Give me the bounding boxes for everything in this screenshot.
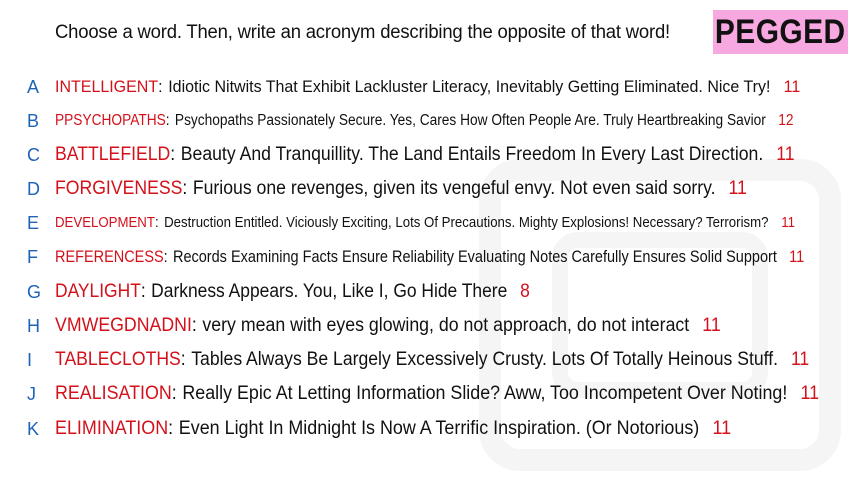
option-letter: K <box>27 418 40 439</box>
colon-separator: : <box>163 247 168 266</box>
acronym-phrase: Furious one revenges, given its vengeful… <box>192 178 716 199</box>
answer-row: G DAYLIGHT: Darkness Appears. You, Like I,… <box>0 278 853 306</box>
letter-count: 11 <box>790 349 810 370</box>
colon-separator: : <box>165 112 170 129</box>
answer-row: H VMWEGDNADNI: very mean with eyes glowing… <box>0 312 853 340</box>
colon-separator: : <box>158 77 163 96</box>
option-letter: D <box>27 178 40 199</box>
letter-count: 11 <box>783 77 801 96</box>
option-letter: C <box>27 144 40 165</box>
colon-separator: : <box>182 178 188 199</box>
option-letter: F <box>27 246 38 267</box>
answer-content: REALISATION: Really Epic At Letting Infor… <box>55 383 819 405</box>
answer-row: F REFERENCESS: Records Examining Facts Ens… <box>0 243 853 271</box>
prompt-text: Choose a word. Then, write an acronym de… <box>55 22 670 43</box>
letter-count: 11 <box>781 215 796 231</box>
answer-content: PPSYCHOPATHS: Psychopaths Passionately Se… <box>55 112 794 130</box>
answer-word: INTELLIGENT <box>55 77 159 96</box>
answer-content: FORGIVENESS: Furious one revenges, given … <box>55 178 747 200</box>
letter-count: 11 <box>800 383 820 404</box>
acronym-phrase: Darkness Appears. You, Like I, Go Hide T… <box>151 281 508 302</box>
option-letter: A <box>27 76 40 97</box>
option-letter: B <box>27 110 40 131</box>
letter-count: 11 <box>728 178 747 199</box>
answer-word: VMWEGDNADNI <box>55 315 192 336</box>
answer-content: DAYLIGHT: Darkness Appears. You, Like I, … <box>55 281 530 303</box>
colon-separator: : <box>168 418 174 439</box>
acronym-phrase: Idiotic Nitwits That Exhibit Lackluster … <box>168 77 771 96</box>
acronym-phrase: Tables Always Be Largely Excessively Cru… <box>191 349 778 370</box>
answer-content: VMWEGDNADNI: very mean with eyes glowing,… <box>55 315 721 337</box>
acronym-phrase: Destruction Entitled. Viciously Exciting… <box>164 215 769 231</box>
letter-count: 12 <box>778 112 794 129</box>
letter-count: 11 <box>789 247 805 266</box>
answer-content: REFERENCESS: Records Examining Facts Ensu… <box>55 248 804 267</box>
answer-content: TABLECLOTHS: Tables Always Be Largely Exc… <box>55 349 809 371</box>
answer-word: FORGIVENESS <box>55 178 183 199</box>
colon-separator: : <box>170 144 176 165</box>
acronym-phrase: Really Epic At Letting Information Slide… <box>182 383 788 404</box>
answer-word: PPSYCHOPATHS <box>55 112 166 129</box>
pegged-logo: PEGGED <box>713 10 848 54</box>
answer-content: BATTLEFIELD: Beauty And Tranquillity. The… <box>55 144 795 166</box>
answer-content: ELIMINATION: Even Light In Midnight Is No… <box>55 418 731 440</box>
answer-word: ELIMINATION <box>55 418 169 439</box>
option-letter: E <box>27 212 40 233</box>
option-letter: I <box>27 349 33 370</box>
option-letter: G <box>27 281 42 302</box>
answer-word: DAYLIGHT <box>55 281 141 302</box>
answer-word: BATTLEFIELD <box>55 144 171 165</box>
colon-separator: : <box>140 281 146 302</box>
answer-word: REFERENCESS <box>55 247 164 266</box>
answer-row: D FORGIVENESS: Furious one revenges, given… <box>0 175 853 203</box>
colon-separator: : <box>154 215 159 231</box>
acronym-phrase: Psychopaths Passionately Secure. Yes, Ca… <box>174 112 766 129</box>
answer-row: B PPSYCHOPATHS: Psychopaths Passionately S… <box>0 107 853 135</box>
logo-text: PEGGED <box>715 12 846 51</box>
answer-row: C BATTLEFIELD: Beauty And Tranquillity. Th… <box>0 141 853 169</box>
answer-row: E DEVELOPMENT: Destruction Entitled. Vicio… <box>0 209 853 237</box>
colon-separator: : <box>180 349 186 370</box>
answer-word: DEVELOPMENT <box>55 215 155 231</box>
answer-row: I TABLECLOTHS: Tables Always Be Largely Ex… <box>0 346 853 374</box>
acronym-phrase: Beauty And Tranquillity. The Land Entail… <box>180 144 764 165</box>
answer-content: DEVELOPMENT: Destruction Entitled. Viciou… <box>55 215 795 231</box>
letter-count: 11 <box>712 418 732 439</box>
letter-count: 11 <box>702 315 721 336</box>
answer-content: INTELLIGENT: Idiotic Nitwits That Exhibit… <box>55 77 800 97</box>
answer-row: K ELIMINATION: Even Light In Midnight Is N… <box>0 415 853 443</box>
colon-separator: : <box>171 383 177 404</box>
option-letter: H <box>27 315 40 336</box>
option-letter: J <box>27 383 36 404</box>
answer-word: REALISATION <box>55 383 172 404</box>
answer-row: J REALISATION: Really Epic At Letting Info… <box>0 380 853 408</box>
letter-count: 11 <box>776 144 795 165</box>
colon-separator: : <box>191 315 197 336</box>
answer-row: A INTELLIGENT: Idiotic Nitwits That Exhibi… <box>0 73 853 101</box>
acronym-phrase: very mean with eyes glowing, do not appr… <box>202 315 690 336</box>
answer-word: TABLECLOTHS <box>55 349 181 370</box>
acronym-phrase: Even Light In Midnight Is Now A Terrific… <box>178 418 700 439</box>
letter-count: 8 <box>520 281 530 302</box>
acronym-phrase: Records Examining Facts Ensure Reliabili… <box>172 247 777 266</box>
